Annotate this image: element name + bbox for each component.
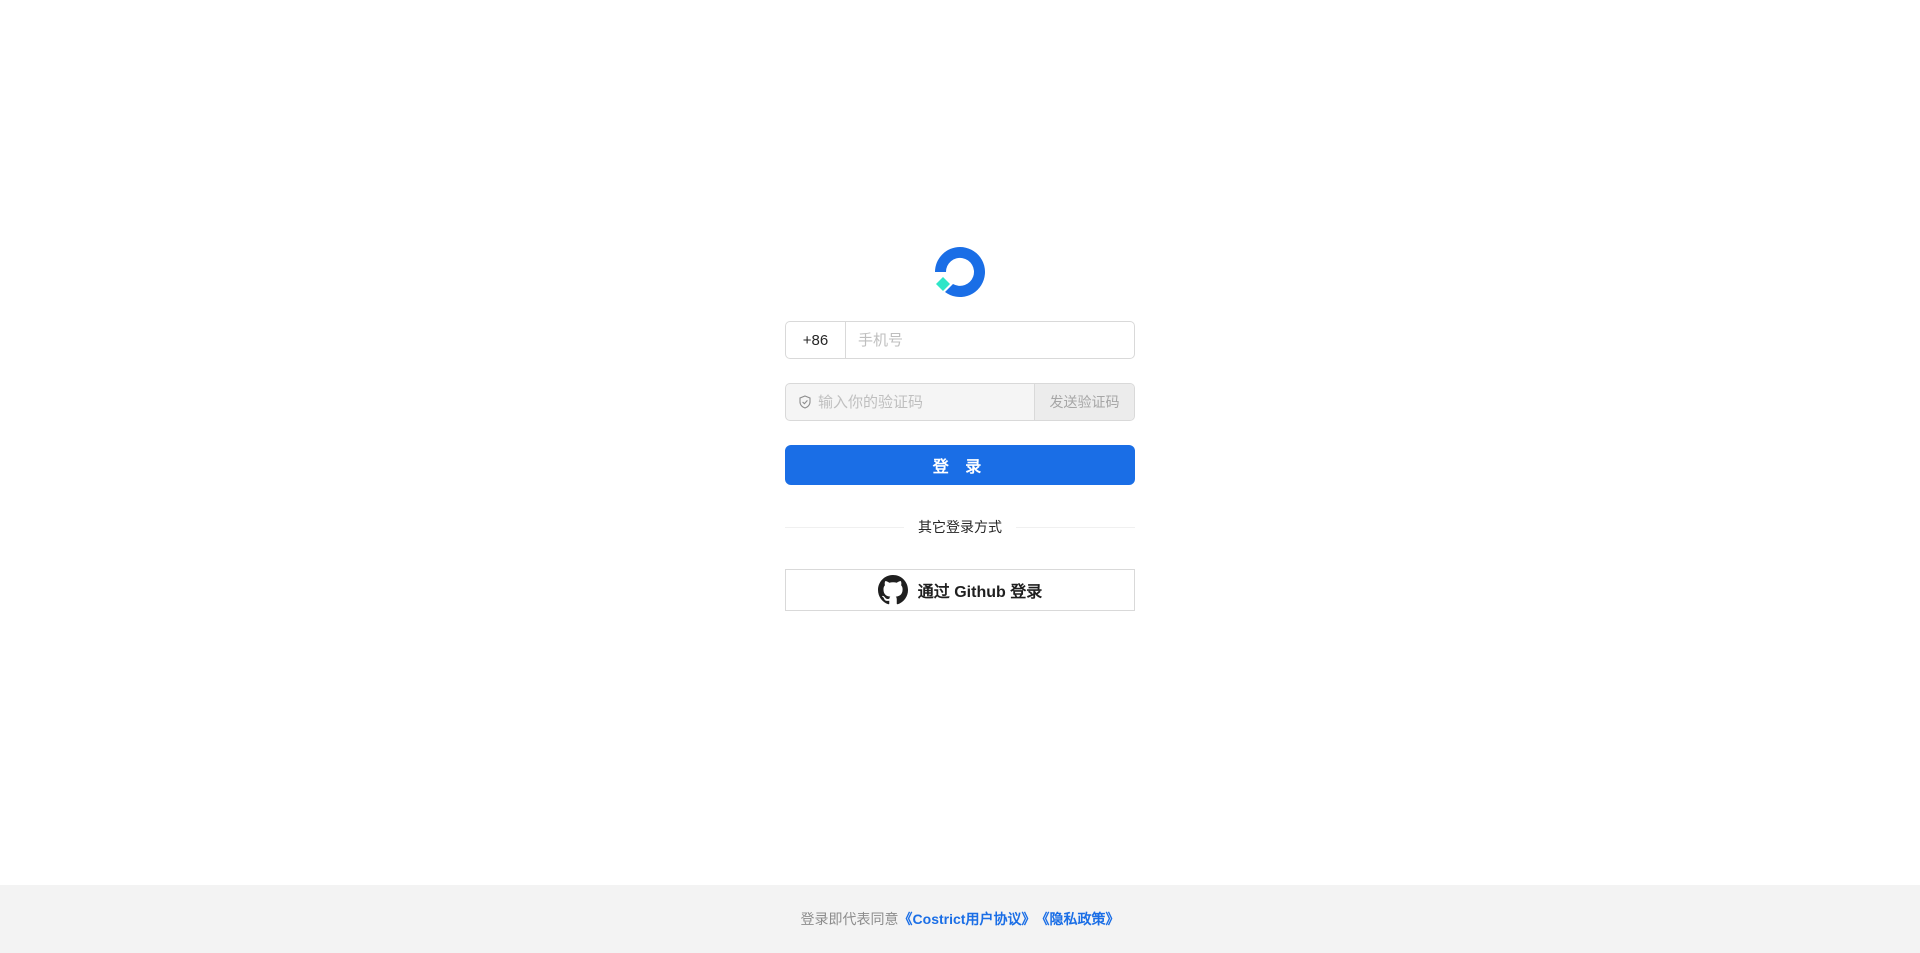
github-login-label: 通过 Github 登录	[917, 584, 1043, 601]
send-code-button[interactable]: 发送验证码	[1034, 384, 1134, 420]
login-button[interactable]: 登 录	[785, 445, 1135, 485]
github-login-button[interactable]: 通过 Github 登录	[785, 569, 1135, 611]
other-login-divider: 其它登录方式	[785, 517, 1135, 537]
verification-code-group: 发送验证码	[785, 383, 1135, 421]
shield-check-icon	[798, 395, 812, 409]
divider-line-right	[1016, 526, 1135, 528]
phone-input[interactable]	[846, 322, 1134, 358]
footer: 登录即代表同意 《Costrict用户协议》 《隐私政策》	[0, 885, 1920, 953]
login-page: +86 发送验证码 登 录 其它登录方式	[0, 0, 1920, 953]
github-icon	[877, 575, 908, 605]
divider-line-left	[785, 526, 904, 528]
phone-input-group: +86	[785, 321, 1135, 359]
divider-text: 其它登录方式	[918, 519, 1002, 535]
terms-link[interactable]: 《Costrict用户协议》	[899, 909, 1036, 929]
app-logo	[932, 244, 988, 300]
login-panel: +86 发送验证码 登 录 其它登录方式	[785, 244, 1135, 611]
verification-code-field	[786, 384, 1034, 420]
country-code-selector[interactable]: +86	[786, 322, 846, 358]
privacy-policy-link[interactable]: 《隐私政策》	[1035, 909, 1119, 929]
footer-agreement-text: 登录即代表同意	[800, 911, 899, 927]
verification-code-input[interactable]	[818, 393, 1034, 411]
